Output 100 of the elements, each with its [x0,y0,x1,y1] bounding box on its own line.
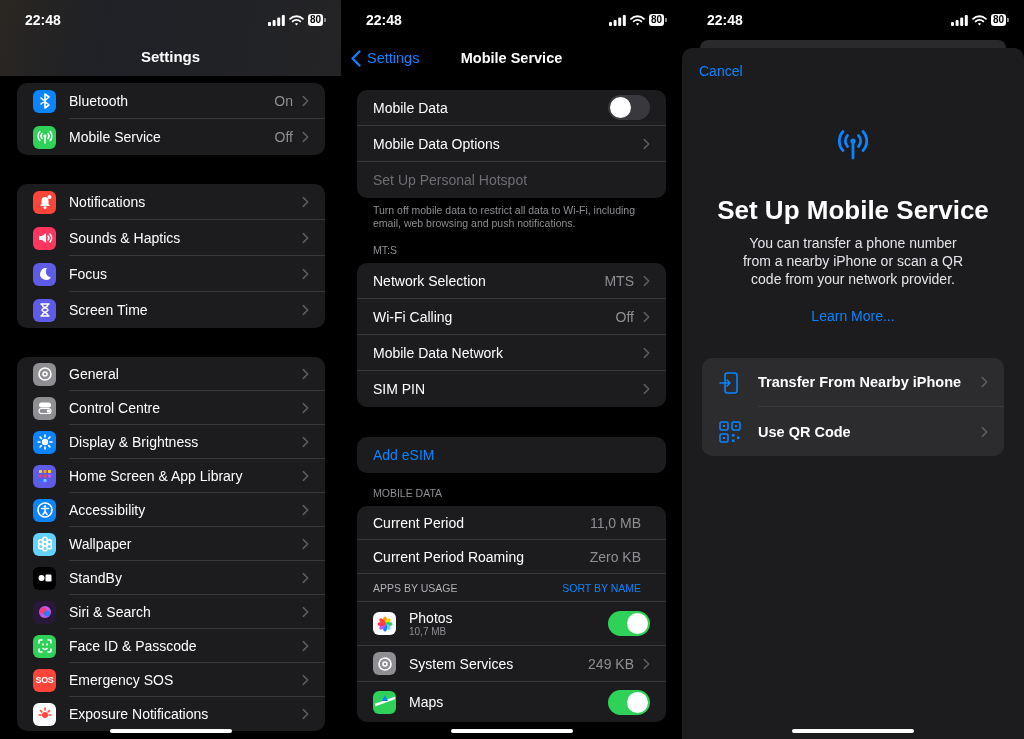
option-row[interactable]: Transfer From Nearby iPhone [702,358,1004,407]
row-label: Emergency SOS [69,671,175,688]
app-row[interactable]: System Services 249 KB [357,646,666,682]
settings-row[interactable]: Bluetooth On [17,83,325,119]
settings-row[interactable]: General [17,357,325,391]
settings-row[interactable]: Accessibility [17,493,325,527]
subsection-header: APPS BY USAGE [373,581,459,594]
chevron-icon [302,231,309,244]
chevron-icon [302,639,309,652]
settings-row[interactable]: Mobile Data Network [357,335,666,371]
settings-row[interactable]: Wi-Fi Calling Off [357,299,666,335]
app-usage: 10,7 MB [409,626,448,637]
row-label: Set Up Personal Hotspot [373,172,529,188]
settings-row[interactable]: Display & Brightness [17,425,325,459]
learn-more-link[interactable]: Learn More... [811,308,895,324]
battery-indicator: 80 [990,14,1006,26]
row-label: Mobile Data Options [373,135,501,152]
row-value: MTS [604,272,634,289]
settings-row[interactable]: Siri & Search [17,595,325,629]
sheet-title: Set Up Mobile Service [717,194,989,226]
chevron-icon [302,708,309,720]
row-label: Screen Time [69,302,149,318]
chevron-icon [302,435,309,448]
row-label: Wallpaper [69,535,133,552]
chevron-icon [302,571,309,584]
settings-row[interactable]: Focus [17,256,325,292]
status-time: 22:48 [707,12,743,28]
chevron-icon [643,383,650,395]
status-time: 22:48 [25,12,61,28]
settings-row[interactable]: Control Centre [17,391,325,425]
row-label: Focus [69,265,109,282]
row-label: Accessibility [69,501,147,518]
row-label: SIM PIN [373,381,427,397]
row-label: Current Period Roaming [373,548,525,565]
wifi-icon [971,14,987,26]
row-label: Display & Brightness [69,433,200,450]
chevron-icon [643,137,650,150]
settings-row[interactable]: SOS Emergency SOS [17,663,325,697]
settings-row[interactable]: Mobile Data [357,90,666,126]
chevron-icon [302,537,309,550]
chevron-icon [302,195,309,208]
qr-code-icon [718,419,742,444]
section-header: MT:S [372,243,398,258]
status-time: 22:48 [366,12,402,28]
back-button[interactable]: Settings [351,49,420,67]
settings-row[interactable]: StandBy [17,561,325,595]
cancel-button[interactable]: Cancel [699,62,743,80]
row-value: Off [615,308,634,325]
signal-icon [267,14,285,26]
settings-row[interactable]: Sounds & Haptics [17,220,325,256]
option-label: Use QR Code [758,423,852,440]
screen-title: Settings [139,47,202,67]
settings-row[interactable]: Network Selection MTS [357,263,666,299]
settings-row[interactable]: Notifications [17,184,325,220]
description-text: You can transfer a phone number from a nearby iPhone or scan a QR code from your network provider. [741,234,965,288]
settings-row[interactable]: Home Screen & App Library [17,459,325,493]
chevron-icon [302,267,309,280]
app-name: Maps [409,694,445,710]
settings-row[interactable]: SIM PIN [357,371,666,407]
row-label: Notifications [69,193,147,210]
row-value: Off [274,129,293,145]
row-label: Sounds & Haptics [69,229,182,246]
row-label: Control Centre [69,399,162,416]
row-value: 249 KB [588,655,634,672]
toggle-switch[interactable] [608,611,650,636]
row-label: Mobile Data [373,99,449,116]
settings-row[interactable]: Exposure Notifications [17,697,325,731]
chevron-icon [302,469,309,482]
settings-row[interactable]: Mobile Service Off [17,119,325,155]
section-header: MOBILE DATA [372,486,444,501]
section-footer: Turn off mobile data to restrict all data to Wi-Fi, including email, web browsing and push notifications. [357,198,666,230]
toggle-switch[interactable] [608,689,650,715]
settings-row[interactable]: Wallpaper [17,527,325,561]
chevron-icon [302,367,309,380]
photos-icon [373,612,396,635]
row-label: Current Period [373,514,466,531]
settings-row[interactable]: Face ID & Passcode [17,629,325,663]
signal-icon [608,14,626,26]
map-icon [373,690,396,714]
chevron-icon [302,503,309,516]
chevron-icon [643,657,650,670]
add-esim-button[interactable]: Add eSIM [357,437,666,473]
chevron-icon [302,304,309,316]
row-label: Wi-Fi Calling [373,308,454,325]
sort-link[interactable]: SORT BY NAME [562,581,641,594]
sos-icon: SOS [33,668,56,692]
option-row[interactable]: Use QR Code [702,407,1004,456]
chevron-icon [302,673,309,686]
row-value: Zero KB [589,548,641,565]
toggle-switch[interactable] [608,95,650,120]
settings-row[interactable]: Mobile Data Options [357,126,666,162]
gear-icon [373,652,396,675]
row-label: Face ID & Passcode [69,637,198,654]
app-name: System Services [409,655,515,672]
row-label: Bluetooth [69,92,130,109]
chevron-icon [643,346,650,359]
row-value: 11,0 MB [589,514,641,531]
chevron-icon [981,425,988,438]
settings-row[interactable]: Screen Time [17,292,325,328]
chevron-icon [302,94,309,107]
